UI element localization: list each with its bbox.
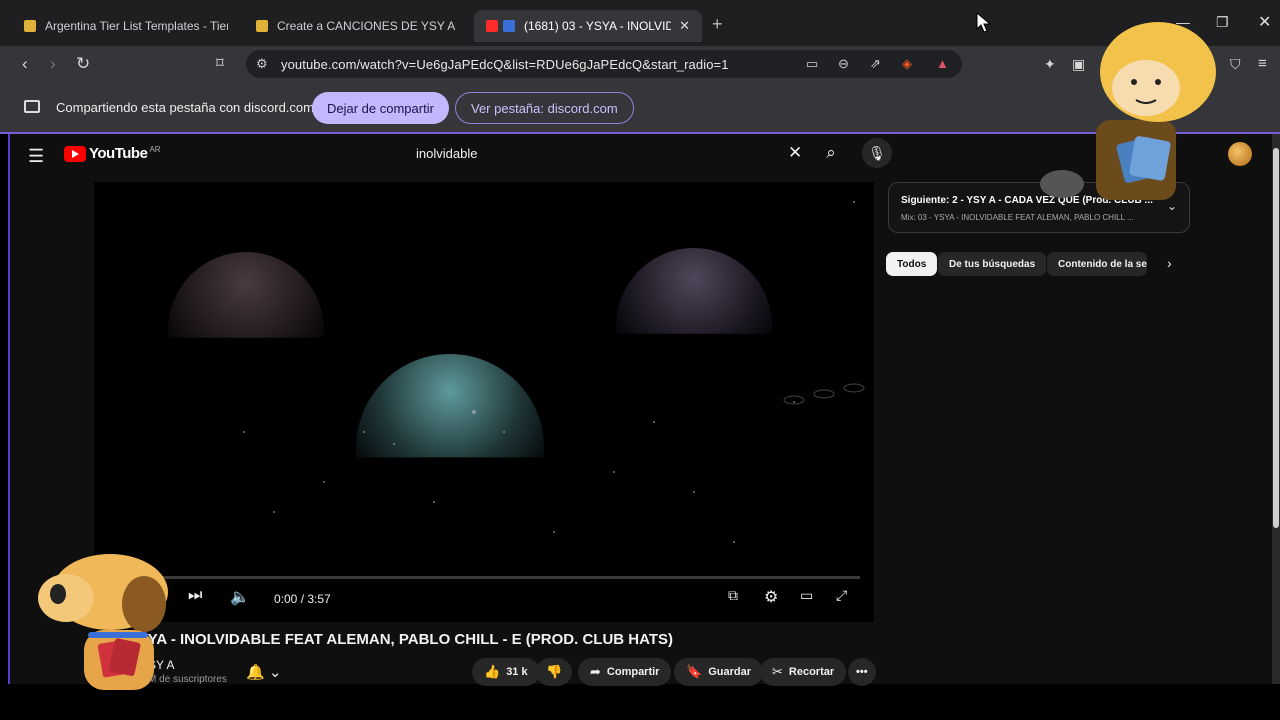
search-box[interactable]: inolvidable ✕: [402, 137, 812, 169]
clip-button[interactable]: ✂ Recortar: [760, 658, 847, 686]
cartoon-dog-overlay-icon: [38, 554, 168, 690]
like-button[interactable]: 👍 31 k: [472, 658, 540, 686]
tiermaker-favicon-icon: [256, 20, 268, 32]
save-label: Guardar: [708, 666, 751, 678]
share-label: Compartir: [606, 666, 660, 678]
cast-icon[interactable]: ▭: [806, 56, 818, 72]
tab-youtube-active[interactable]: (1681) 03 - YSYA - INOLVIDAB ✕: [474, 10, 702, 42]
url-text: youtube.com/watch?v=Ue6gJaPEdcQ&list=RDU…: [281, 56, 729, 72]
youtube-page: ☰ YouTube AR inolvidable ✕ ⌕ 🎙 ⏭ 🔈 0:00 …: [8, 134, 1272, 686]
menu-icon[interactable]: ≡: [1258, 55, 1267, 72]
tab-label: Create a CANCIONES DE YSY A Tier L: [277, 19, 458, 33]
youtube-favicon-icon: [486, 20, 498, 32]
share-arrow-icon: ➦: [590, 664, 601, 679]
stop-sharing-button[interactable]: Dejar de compartir: [312, 92, 449, 124]
up-next-subtitle: Mix: 03 - YSYA - INOLVIDABLE FEAT ALEMAN…: [901, 213, 1134, 222]
brave-rewards-icon[interactable]: ▲: [936, 56, 949, 71]
chip-contenido[interactable]: Contenido de la se: [1047, 252, 1147, 276]
save-button[interactable]: 🔖 Guardar: [674, 658, 763, 686]
more-actions-button[interactable]: •••: [848, 658, 876, 686]
bookmark-save-icon: 🔖: [686, 664, 703, 679]
more-icon: •••: [856, 666, 868, 678]
chevron-right-icon[interactable]: ›: [1167, 255, 1172, 271]
video-title: 03 - YSYA - INOLVIDABLE FEAT ALEMAN, PAB…: [98, 631, 674, 648]
tab-tier-list-templates[interactable]: Argentina Tier List Templates - TierM: [12, 10, 240, 42]
search-button[interactable]: ⌕: [816, 138, 846, 168]
forward-icon[interactable]: ›: [50, 54, 56, 74]
screen-share-icon: [24, 100, 40, 113]
youtube-wordmark: YouTube: [89, 145, 148, 162]
brave-shield-icon[interactable]: ◈: [902, 56, 912, 72]
dislike-button[interactable]: 👎: [536, 658, 573, 686]
search-icon: ⌕: [826, 143, 836, 162]
thumbs-up-icon: 👍: [484, 664, 501, 679]
bookmark-icon[interactable]: ⌑: [216, 54, 224, 72]
clip-label: Recortar: [788, 666, 835, 678]
like-count: 31 k: [506, 666, 528, 678]
chip-de-tus-busquedas[interactable]: De tus búsquedas: [938, 252, 1047, 276]
screen: Argentina Tier List Templates - TierM Cr…: [0, 0, 1280, 720]
clear-search-icon[interactable]: ✕: [788, 143, 802, 163]
notification-bell-icon[interactable]: 🔔 ⌄: [246, 663, 281, 681]
site-info-icon[interactable]: ⚙: [256, 56, 268, 72]
country-code: AR: [149, 144, 161, 154]
voice-search-button[interactable]: 🎙: [862, 138, 892, 168]
youtube-play-logo-icon: [64, 145, 86, 162]
share-page-icon[interactable]: ⇗: [870, 56, 881, 72]
time-display: 0:00 / 3:57: [274, 592, 331, 606]
next-video-icon[interactable]: ⏭: [188, 587, 202, 605]
address-bar[interactable]: ⚙ youtube.com/watch?v=Ue6gJaPEdcQ&list=R…: [246, 50, 962, 78]
volume-icon[interactable]: 🔈: [230, 587, 250, 607]
tab-label: Argentina Tier List Templates - TierM: [45, 19, 228, 33]
thumbs-down-icon: 👎: [546, 664, 563, 679]
search-input[interactable]: inolvidable: [416, 146, 477, 161]
page-scrollbar[interactable]: [1272, 134, 1280, 684]
hamburger-menu-icon[interactable]: ☰: [28, 146, 44, 167]
zoom-icon[interactable]: ⊖: [838, 56, 849, 72]
youtube-logo[interactable]: YouTube AR: [64, 145, 161, 162]
sharing-indicator-icon: [503, 20, 515, 32]
account-avatar[interactable]: [1228, 142, 1252, 166]
close-window-icon[interactable]: ✕: [1258, 12, 1271, 32]
reload-icon[interactable]: ↻: [76, 54, 90, 74]
scissors-icon: ✂: [772, 664, 783, 679]
settings-gear-icon[interactable]: ⚙: [764, 587, 778, 607]
share-button[interactable]: ➦ Compartir: [578, 658, 672, 686]
close-tab-icon[interactable]: ✕: [679, 18, 690, 34]
tab-label: (1681) 03 - YSYA - INOLVIDAB: [524, 19, 672, 33]
tiermaker-favicon-icon: [24, 20, 36, 32]
view-tab-button[interactable]: Ver pestaña: discord.com: [455, 92, 634, 124]
scrollbar-thumb[interactable]: [1273, 148, 1279, 528]
fullscreen-icon[interactable]: ⤢: [836, 587, 847, 604]
new-tab-icon[interactable]: +: [712, 14, 723, 35]
theater-mode-icon[interactable]: ▭: [800, 587, 813, 604]
starfield: [243, 201, 865, 543]
cartoon-character-overlay-icon: [1040, 22, 1216, 200]
chip-todos[interactable]: Todos: [886, 252, 938, 276]
sharing-message: Compartiendo esta pestaña con discord.co…: [56, 100, 314, 115]
progress-bar[interactable]: [108, 576, 860, 579]
back-icon[interactable]: ‹: [22, 54, 28, 74]
mouse-cursor-icon: [976, 12, 992, 33]
vpn-icon[interactable]: ⛉: [1230, 56, 1241, 73]
microphone-icon: 🎙: [868, 144, 886, 161]
tab-canciones-tier-list[interactable]: Create a CANCIONES DE YSY A Tier L: [244, 10, 470, 42]
subtitles-icon[interactable]: ⧉: [728, 587, 738, 604]
video-player[interactable]: ⏭ 🔈 0:00 / 3:57 ⧉ ⚙ ▭ ⤢: [94, 182, 874, 622]
